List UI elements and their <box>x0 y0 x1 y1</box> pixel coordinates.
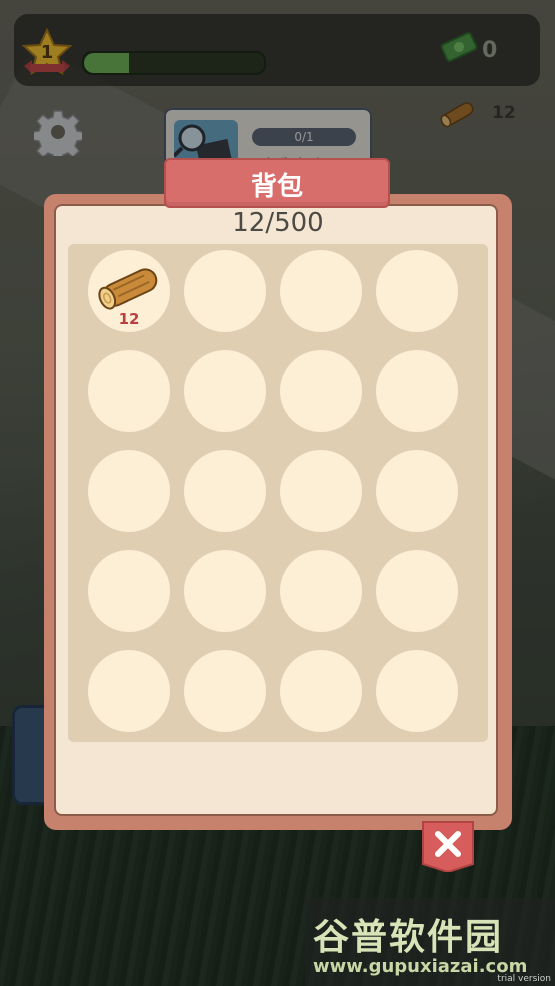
inventory-slot-empty[interactable] <box>184 350 266 432</box>
inventory-grid: 12 <box>68 244 488 742</box>
inventory-slot-empty[interactable] <box>280 250 362 332</box>
inventory-slot-empty[interactable] <box>184 450 266 532</box>
inventory-slot-empty[interactable] <box>280 350 362 432</box>
close-button[interactable] <box>421 820 475 872</box>
watermark: 谷普软件园 www.gupuxiazai.com trial version <box>305 898 555 986</box>
watermark-title: 谷普软件园 <box>313 917 504 958</box>
inventory-slot-empty[interactable] <box>88 650 170 732</box>
inventory-slot-empty[interactable] <box>184 550 266 632</box>
inventory-slot-empty[interactable] <box>376 250 458 332</box>
slot-item-count: 12 <box>118 310 140 328</box>
inventory-slot-empty[interactable] <box>280 450 362 532</box>
inventory-capacity: 12/500 <box>232 208 324 238</box>
watermark-url: www.gupuxiazai.com <box>313 956 528 977</box>
watermark-trial: trial version <box>497 974 551 984</box>
inventory-slot-empty[interactable] <box>376 550 458 632</box>
inventory-slot-empty[interactable] <box>184 650 266 732</box>
inventory-title: 背包 <box>250 172 303 202</box>
inventory-slot-empty[interactable] <box>88 350 170 432</box>
inventory-slot-empty[interactable] <box>88 450 170 532</box>
inventory-slot-empty[interactable] <box>88 550 170 632</box>
inventory-slot-empty[interactable] <box>280 650 362 732</box>
inventory-slot-empty[interactable] <box>376 450 458 532</box>
inventory-slot-empty[interactable] <box>184 250 266 332</box>
inventory-slot-empty[interactable] <box>280 550 362 632</box>
inventory-title-ribbon: 背包 <box>164 158 390 208</box>
inventory-slot-empty[interactable] <box>376 650 458 732</box>
inventory-slot-log[interactable]: 12 <box>88 250 170 332</box>
inventory-slot-empty[interactable] <box>376 350 458 432</box>
